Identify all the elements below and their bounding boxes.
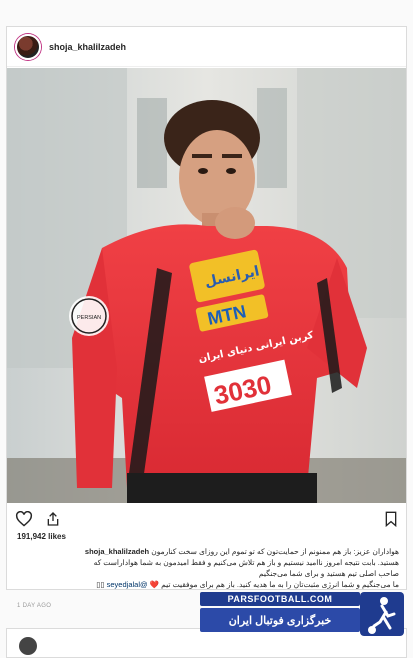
- next-post-avatar[interactable]: [19, 637, 37, 655]
- post-timestamp[interactable]: 1 DAY AGO: [17, 603, 51, 609]
- caption-text-4: ما می‌جنگیم و شما انرژی مثبت‌تان را به م…: [161, 580, 399, 589]
- post-username[interactable]: shoja_khalilzadeh: [49, 42, 126, 52]
- post-actions: [15, 510, 398, 528]
- post-header: shoja_khalilzadeh: [7, 27, 406, 67]
- instagram-post: shoja_khalilzadeh ایرانسل MTN کربن ایران…: [6, 26, 407, 609]
- photo-illustration: ایرانسل MTN کربن ایرانی دنیای ایران 3030…: [7, 68, 406, 503]
- heart-outline-icon[interactable]: [15, 511, 33, 527]
- post-photo[interactable]: ایرانسل MTN کربن ایرانی دنیای ایران 3030…: [7, 68, 406, 503]
- mention-link[interactable]: @seyedjalal: [107, 580, 148, 589]
- post-caption: هواداران عزیز: باز هم ممنونم از حمایت‌تو…: [17, 546, 399, 590]
- parsfootball-logo-icon: [360, 592, 404, 636]
- banner-tagline: خبرگزاری فوتبال ایران: [200, 608, 360, 632]
- caption-username[interactable]: shoja_khalilzadeh: [85, 547, 149, 556]
- caption-line-4: ما می‌جنگیم و شما انرژی مثبت‌تان را به م…: [17, 579, 399, 590]
- caption-line-3: صاحب اصلی تیم هستید و برای شما می‌جنگیم: [258, 569, 399, 578]
- likes-count[interactable]: 191,942 likes: [17, 532, 66, 541]
- share-upload-icon[interactable]: [45, 511, 61, 527]
- avatar[interactable]: [15, 33, 41, 60]
- bookmark-icon[interactable]: [384, 511, 398, 527]
- caption-line-1: هواداران عزیز: باز هم ممنونم از حمایت‌تو…: [17, 546, 399, 557]
- watermark-text: PERSIAN: [77, 315, 101, 321]
- caption-boxes: ▯▯: [96, 580, 105, 589]
- banner-site: PARSFOOTBALL.COM: [200, 592, 360, 606]
- caption-line-2: هستید. بابت نتیجه امروز ناامید نیستیم و …: [93, 558, 399, 567]
- parsfootball-banner[interactable]: PARSFOOTBALL.COM خبرگزاری فوتبال ایران: [200, 592, 406, 640]
- heart-emoji: ❤️: [149, 580, 160, 589]
- caption-text-1: هواداران عزیز: باز هم ممنونم از حمایت‌تو…: [151, 547, 399, 556]
